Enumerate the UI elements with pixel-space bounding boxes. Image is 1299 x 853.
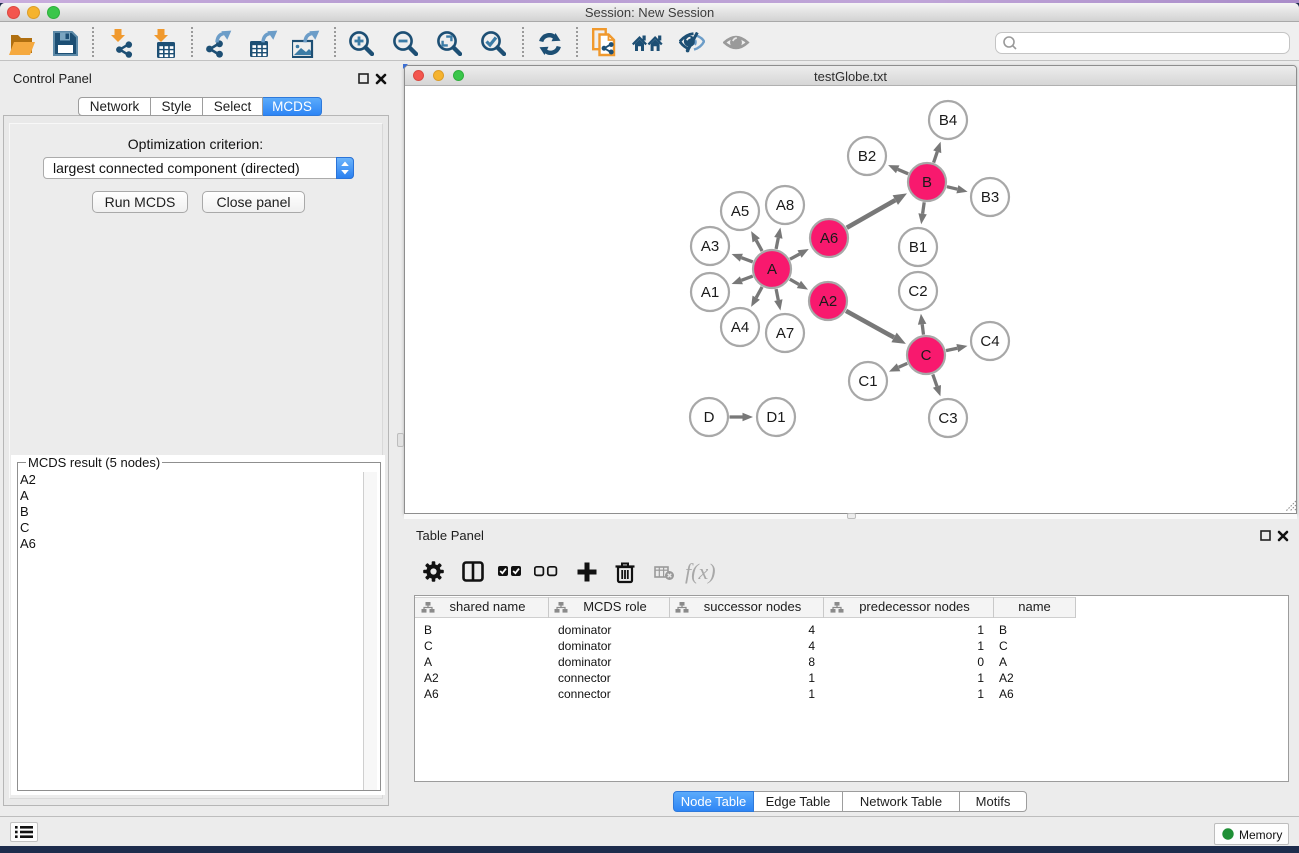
svg-text:B2: B2 [858, 148, 876, 165]
svg-text:D1: D1 [766, 409, 785, 426]
svg-text:A1: A1 [701, 284, 719, 301]
svg-text:C2: C2 [908, 283, 927, 300]
svg-text:D: D [704, 409, 715, 426]
svg-text:C3: C3 [938, 410, 957, 427]
svg-text:B3: B3 [981, 189, 999, 206]
svg-text:C1: C1 [858, 373, 877, 390]
svg-text:A4: A4 [731, 319, 749, 336]
svg-text:A5: A5 [731, 203, 749, 220]
svg-text:A3: A3 [701, 238, 719, 255]
svg-text:B: B [922, 174, 932, 191]
svg-text:A8: A8 [776, 197, 794, 214]
svg-text:B1: B1 [909, 239, 927, 256]
svg-text:A7: A7 [776, 325, 794, 342]
svg-text:C: C [921, 347, 932, 364]
svg-text:A2: A2 [819, 293, 837, 310]
svg-text:A6: A6 [820, 230, 838, 247]
svg-text:C4: C4 [980, 333, 999, 350]
svg-text:B4: B4 [939, 112, 957, 129]
svg-text:A: A [767, 261, 777, 278]
